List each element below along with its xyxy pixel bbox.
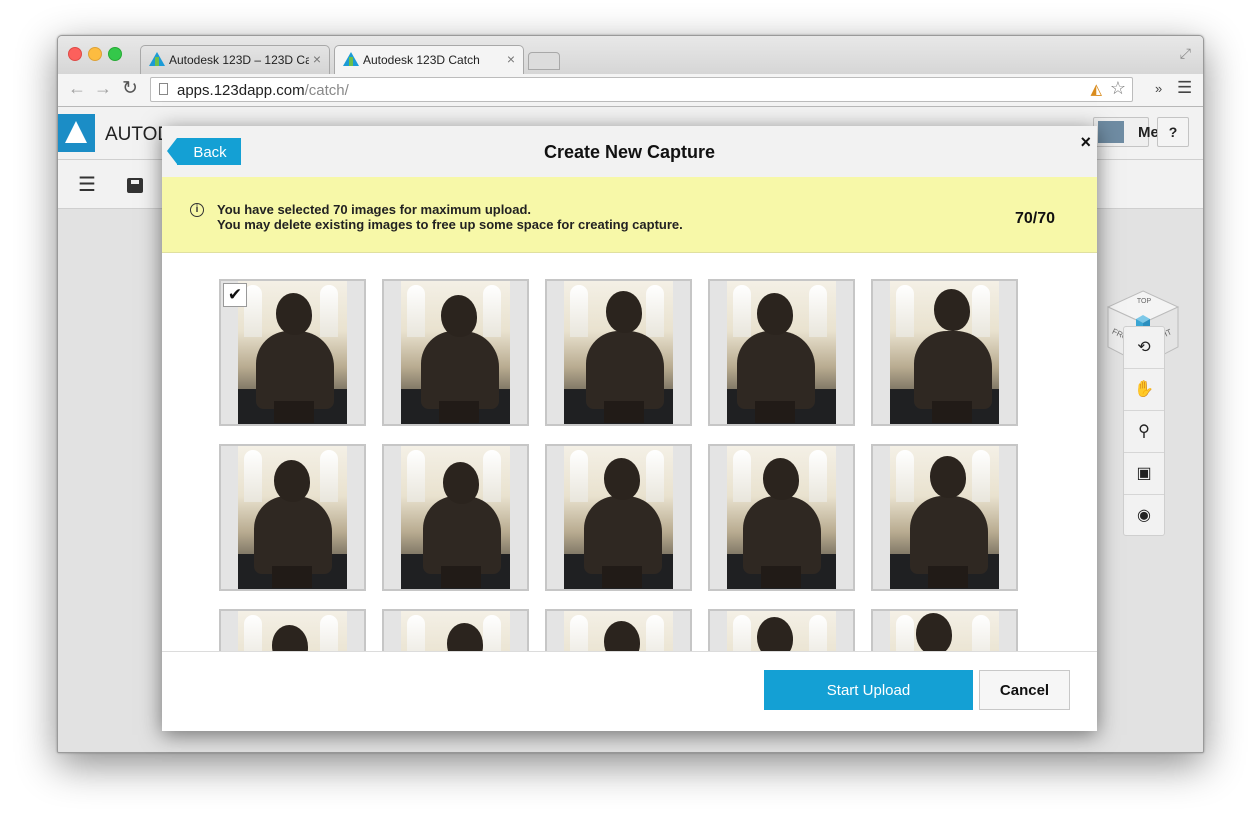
image-thumbnail[interactable]: [708, 279, 855, 426]
capture-photo: [238, 446, 347, 589]
viewcube-top-label: TOP: [1137, 298, 1152, 305]
capture-photo: [564, 281, 673, 424]
browser-tab-1[interactable]: Autodesk 123D – 123D Ca ×: [140, 45, 330, 74]
forward-arrow-icon[interactable]: →: [94, 78, 112, 99]
start-upload-button[interactable]: Start Upload: [764, 670, 973, 710]
bookmark-star-icon[interactable]: ☆: [1110, 78, 1126, 99]
notice-line-1: You have selected 70 images for maximum …: [217, 202, 532, 217]
selected-checkbox[interactable]: ✔: [223, 283, 247, 307]
dialog-title: Create New Capture: [543, 142, 716, 162]
info-icon: i: [190, 203, 204, 217]
image-thumbnail[interactable]: [545, 609, 692, 651]
image-thumbnail[interactable]: [545, 279, 692, 426]
image-thumbnail[interactable]: ✔: [219, 279, 366, 426]
help-button[interactable]: ?: [1157, 117, 1189, 147]
zoom-window-button[interactable]: [108, 47, 122, 61]
fit-icon[interactable]: ▣: [1124, 453, 1164, 495]
browser-tab-2[interactable]: Autodesk 123D Catch ×: [334, 45, 524, 74]
reload-icon[interactable]: ↻: [122, 77, 138, 100]
tab-close-icon[interactable]: ×: [507, 51, 515, 67]
image-thumbnail[interactable]: [382, 279, 529, 426]
autodesk-logo-icon: [149, 52, 165, 66]
capture-photo: [727, 446, 836, 589]
cancel-button[interactable]: Cancel: [979, 670, 1070, 710]
capture-photo: [401, 281, 510, 424]
fullscreen-icon[interactable]: ⤢: [1180, 45, 1191, 62]
capture-photo: [564, 446, 673, 589]
autodesk-logo-icon: [58, 114, 95, 152]
minimize-window-button[interactable]: [88, 47, 102, 61]
tab-label: Autodesk 123D – 123D Ca: [169, 53, 309, 67]
browser-menu-icon[interactable]: ☰: [1177, 78, 1192, 98]
capture-photo: [238, 611, 347, 651]
notice-line-2: You may delete existing images to free u…: [217, 217, 683, 232]
dialog-header: Back Create New Capture ×: [162, 126, 1097, 178]
capture-photo: [564, 611, 673, 651]
close-icon[interactable]: ×: [1080, 132, 1091, 153]
image-thumbnail[interactable]: [871, 609, 1018, 651]
capture-photo: [890, 611, 999, 651]
image-thumbnail[interactable]: [708, 609, 855, 651]
title-bar: Autodesk 123D – 123D Ca × Autodesk 123D …: [58, 36, 1203, 74]
page-icon: [159, 83, 168, 95]
autodesk-logo-icon: [343, 52, 359, 66]
new-tab-button[interactable]: [528, 52, 560, 70]
pan-icon[interactable]: ✋: [1124, 369, 1164, 411]
capture-photo: [727, 611, 836, 651]
address-bar[interactable]: apps.123dapp.com/catch/ ◭ ☆: [150, 77, 1133, 102]
user-menu-button[interactable]: Me: [1093, 117, 1159, 147]
eye-icon[interactable]: ◉: [1124, 495, 1164, 536]
capture-photo: [401, 611, 510, 651]
navigation-toolbar: ⟲ ✋ ⚲ ▣ ◉: [1123, 326, 1165, 536]
image-thumbnail[interactable]: [871, 444, 1018, 591]
image-thumbnail[interactable]: [219, 609, 366, 651]
tab-label: Autodesk 123D Catch: [363, 53, 480, 67]
tab-close-icon[interactable]: ×: [313, 51, 321, 67]
dialog-footer: Start Upload Cancel: [162, 652, 1097, 731]
user-label: Me: [1138, 124, 1159, 141]
orbit-icon[interactable]: ⟲: [1124, 327, 1164, 369]
avatar: [1098, 121, 1124, 143]
capture-photo: [890, 281, 999, 424]
save-icon[interactable]: [127, 178, 143, 193]
back-arrow-icon[interactable]: ←: [68, 78, 86, 99]
extensions-overflow-icon[interactable]: »: [1155, 81, 1162, 96]
extension-icon[interactable]: ◭: [1090, 80, 1102, 98]
url-text: apps.123dapp.com/catch/: [177, 82, 349, 99]
image-thumbnail[interactable]: [708, 444, 855, 591]
image-thumbnail[interactable]: [871, 279, 1018, 426]
close-window-button[interactable]: [68, 47, 82, 61]
image-counter: 70/70: [1014, 210, 1055, 227]
capture-photo: [238, 281, 347, 424]
image-thumbnail[interactable]: [382, 444, 529, 591]
create-capture-dialog: Back Create New Capture × i You have sel…: [162, 126, 1097, 731]
image-grid[interactable]: ✔: [162, 253, 1097, 652]
upload-limit-notice: i You have selected 70 images for maximu…: [162, 177, 1097, 253]
image-thumbnail[interactable]: [545, 444, 692, 591]
browser-toolbar: ← → ↻ apps.123dapp.com/catch/ ◭ ☆ » ☰: [58, 74, 1203, 107]
capture-photo: [727, 281, 836, 424]
zoom-icon[interactable]: ⚲: [1124, 411, 1164, 453]
image-thumbnail[interactable]: [219, 444, 366, 591]
capture-photo: [890, 446, 999, 589]
capture-photo: [401, 446, 510, 589]
menu-icon[interactable]: ☰: [78, 172, 96, 197]
image-thumbnail[interactable]: [382, 609, 529, 651]
